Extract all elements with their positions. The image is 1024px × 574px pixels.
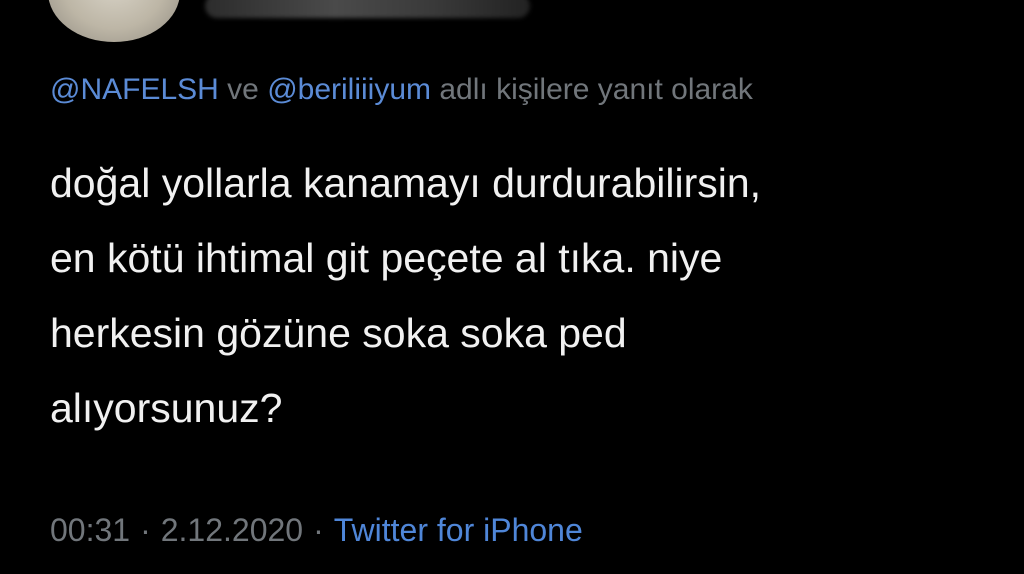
- tweet-source-link[interactable]: Twitter for iPhone: [334, 512, 583, 548]
- blurred-username: [205, 0, 530, 18]
- meta-separator: ·: [140, 512, 151, 548]
- mention-link-nafelsh[interactable]: @NAFELSH: [50, 73, 219, 106]
- meta-separator: ·: [313, 512, 324, 548]
- tweet-text: doğal yollarla kanamayı durdurabilirsin,…: [50, 160, 762, 431]
- avatar[interactable]: [48, 0, 180, 42]
- tweet-date[interactable]: 2.12.2020: [161, 512, 303, 548]
- reply-context: @NAFELSH ve @beriliiiyum adlı kişilere y…: [50, 70, 753, 110]
- reply-joiner: ve: [227, 73, 259, 106]
- reply-suffix: adlı kişilere yanıt olarak: [439, 73, 753, 106]
- tweet-card: @NAFELSH ve @beriliiiyum adlı kişilere y…: [0, 0, 1024, 574]
- tweet-meta: 00:31 · 2.12.2020 · Twitter for iPhone: [50, 508, 583, 552]
- tweet-time[interactable]: 00:31: [50, 512, 130, 548]
- mention-link-beriliiiyum[interactable]: @beriliiiyum: [267, 73, 431, 106]
